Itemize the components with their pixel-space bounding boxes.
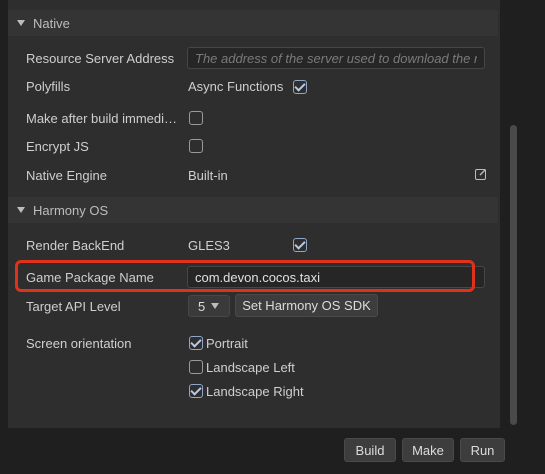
native-section-header[interactable]: Native (8, 10, 498, 36)
landscape-left-checkbox[interactable] (189, 360, 203, 374)
resource-server-label: Resource Server Address (26, 51, 175, 66)
polyfills-label: Polyfills (26, 79, 71, 94)
render-backend-value: GLES3 (188, 238, 230, 253)
polyfills-value: Async Functions (188, 79, 284, 94)
native-section-title: Native (33, 15, 70, 31)
landscape-right-checkbox[interactable] (189, 384, 203, 398)
native-engine-value: Built-in (188, 168, 228, 183)
portrait-label: Portrait (206, 336, 248, 351)
polyfills-checkbox[interactable] (293, 80, 307, 94)
make-button[interactable]: Make (402, 438, 454, 462)
landscape-right-label: Landscape Right (206, 384, 304, 399)
portrait-checkbox[interactable] (189, 336, 203, 350)
screen-orientation-label: Screen orientation (26, 336, 132, 351)
triangle-down-icon[interactable] (17, 20, 25, 26)
encrypt-js-checkbox[interactable] (189, 139, 203, 153)
encrypt-js-label: Encrypt JS (26, 139, 89, 154)
resource-server-input[interactable] (187, 47, 485, 69)
edit-icon[interactable] (475, 168, 487, 180)
triangle-down-icon[interactable] (17, 207, 25, 213)
target-api-label: Target API Level (26, 299, 121, 314)
scrollbar[interactable] (510, 125, 517, 425)
harmony-section-header[interactable]: Harmony OS (8, 197, 498, 223)
target-api-value: 5 (198, 298, 206, 314)
set-harmony-sdk-button[interactable]: Set Harmony OS SDK (235, 294, 378, 317)
render-backend-checkbox[interactable] (293, 238, 307, 252)
make-after-build-checkbox[interactable] (189, 111, 203, 125)
build-button[interactable]: Build (344, 438, 396, 462)
game-package-label: Game Package Name (26, 270, 154, 285)
target-api-select[interactable]: 5 (188, 295, 230, 317)
game-package-input[interactable] (187, 266, 485, 288)
render-backend-label: Render BackEnd (26, 238, 125, 253)
make-after-build-label: Make after build immedia... (26, 111, 181, 126)
run-button[interactable]: Run (460, 438, 505, 462)
caret-down-icon (211, 303, 220, 309)
native-engine-label: Native Engine (26, 168, 107, 183)
harmony-section-title: Harmony OS (33, 202, 109, 218)
landscape-left-label: Landscape Left (206, 360, 295, 375)
